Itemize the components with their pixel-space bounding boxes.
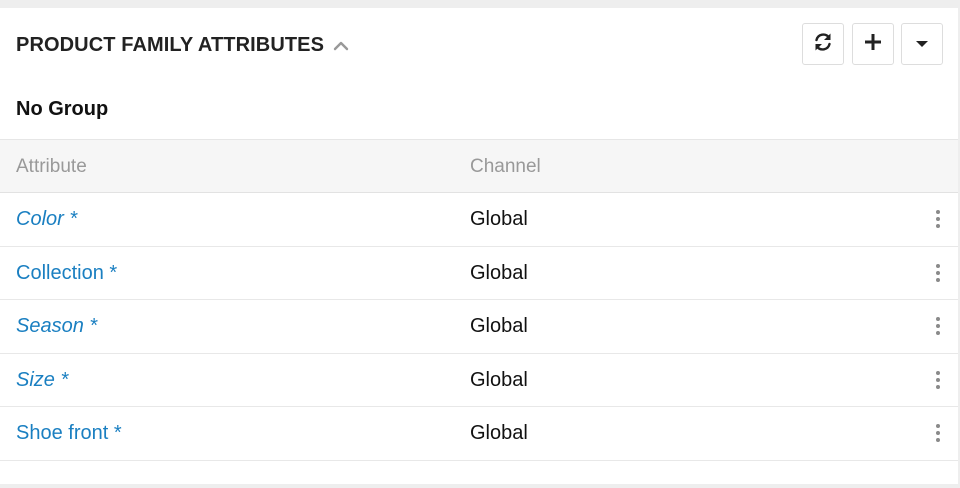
kebab-icon[interactable] — [932, 368, 944, 392]
attributes-table: Attribute Channel Color * Global Collect… — [0, 139, 958, 461]
attribute-link[interactable]: Shoe front * — [16, 422, 122, 445]
add-button[interactable] — [852, 23, 894, 65]
kebab-icon[interactable] — [932, 207, 944, 231]
channel-value: Global — [470, 368, 528, 391]
caret-down-icon — [916, 35, 928, 53]
refresh-icon — [812, 31, 834, 58]
channel-value: Global — [470, 208, 528, 230]
panel-title-text: PRODUCT FAMILY ATTRIBUTES — [16, 34, 325, 56]
refresh-button[interactable] — [802, 23, 844, 65]
column-header-channel[interactable]: Channel — [470, 156, 541, 178]
channel-value: Global — [470, 261, 528, 284]
table-row: Shoe front * Global — [0, 407, 958, 461]
table-row: Size * Global — [0, 354, 958, 407]
table-row: Color * Global — [0, 193, 958, 247]
group-title: No Group — [16, 98, 109, 120]
table-row: Season * Global — [0, 300, 958, 354]
channel-value: Global — [470, 315, 528, 337]
panel-title: PRODUCT FAMILY ATTRIBUTES — [16, 34, 350, 57]
channel-value: Global — [470, 422, 528, 444]
dropdown-button[interactable] — [901, 23, 943, 65]
attribute-link[interactable]: Color * — [16, 208, 77, 231]
attribute-link[interactable]: Season * — [16, 315, 97, 338]
table-row: Collection * Global — [0, 247, 958, 300]
kebab-icon[interactable] — [932, 314, 944, 338]
product-family-attributes-panel: PRODUCT FAMILY ATTRIBUTES No Group Attri… — [0, 8, 958, 484]
kebab-icon[interactable] — [932, 421, 944, 445]
table-header: Attribute Channel — [0, 139, 958, 193]
kebab-icon[interactable] — [932, 261, 944, 285]
column-header-attribute[interactable]: Attribute — [16, 156, 87, 178]
attribute-link[interactable]: Collection * — [16, 262, 117, 285]
panel-header: PRODUCT FAMILY ATTRIBUTES — [0, 8, 958, 82]
chevron-up-icon[interactable] — [332, 37, 350, 55]
attribute-link[interactable]: Size * — [16, 369, 68, 392]
plus-icon — [864, 33, 882, 56]
